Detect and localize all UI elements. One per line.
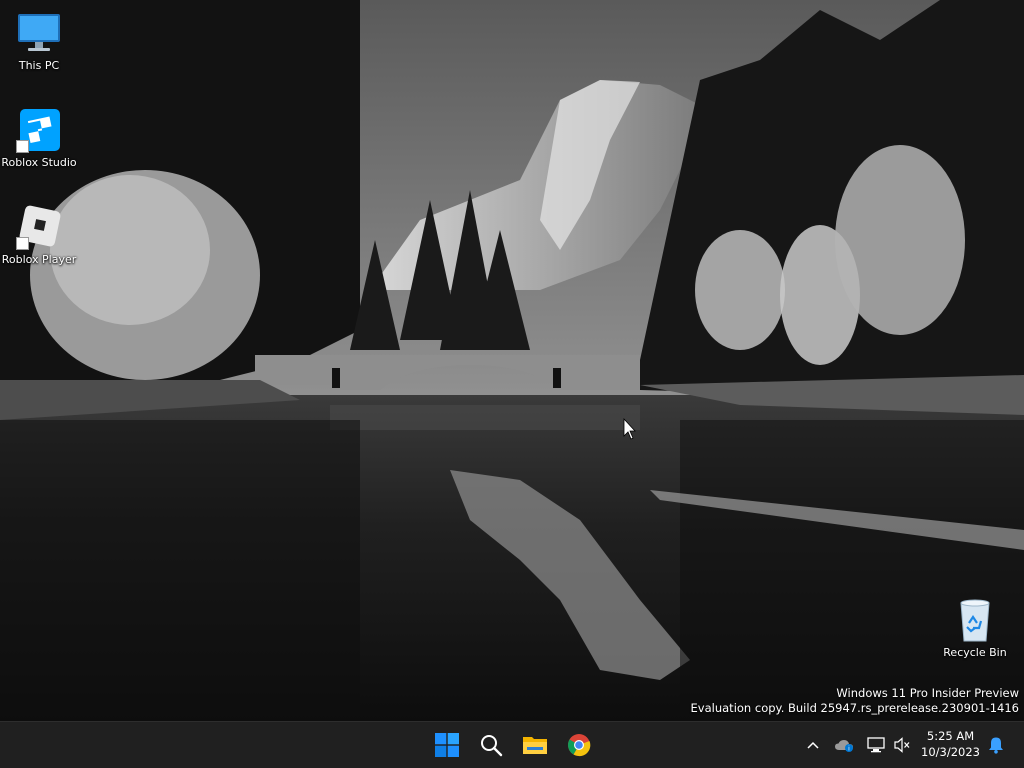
desktop-icon-roblox-player[interactable]: Roblox Player — [1, 204, 77, 266]
onedrive-tray-button[interactable]: i — [832, 722, 856, 768]
notifications-button[interactable] — [984, 722, 1008, 768]
clock-date: 10/3/2023 — [921, 745, 980, 759]
desktop-icon-this-pc[interactable]: This PC — [1, 10, 77, 72]
volume-muted-icon — [894, 737, 910, 753]
recycle-bin-icon — [952, 597, 998, 643]
clock[interactable]: 5:25 AM 10/3/2023 — [921, 728, 980, 760]
monitor-icon — [16, 10, 62, 56]
roblox-player-icon — [16, 204, 62, 250]
desktop-icon-label: Roblox Player — [1, 253, 77, 266]
file-explorer-button[interactable] — [514, 722, 556, 768]
start-button[interactable] — [426, 722, 468, 768]
taskbar: i 5:25 AM 10/3/2023 — [0, 721, 1024, 768]
desktop-wallpaper — [0, 0, 1024, 721]
chrome-icon — [568, 734, 591, 757]
chevron-up-icon — [807, 741, 819, 749]
desktop-icon-roblox-studio[interactable]: Roblox Studio — [1, 107, 77, 169]
volume-tray-button[interactable] — [890, 722, 914, 768]
desktop-icon-label: This PC — [18, 59, 60, 72]
desktop-icon-recycle-bin[interactable]: Recycle Bin — [937, 597, 1013, 659]
shortcut-arrow-icon — [16, 237, 29, 250]
search-button[interactable] — [470, 722, 512, 768]
desktop-icon-label: Recycle Bin — [943, 646, 1007, 659]
notification-bell-icon — [989, 737, 1003, 754]
onedrive-icon: i — [835, 740, 853, 752]
desktop-icon-label: Roblox Studio — [1, 156, 77, 169]
roblox-studio-icon — [16, 107, 62, 153]
show-hidden-icons-button[interactable] — [802, 722, 824, 768]
network-tray-button[interactable] — [864, 722, 888, 768]
windows-start-icon — [435, 733, 459, 757]
watermark-line-1: Windows 11 Pro Insider Preview — [836, 686, 1019, 700]
chrome-button[interactable] — [558, 722, 600, 768]
shortcut-arrow-icon — [16, 140, 29, 153]
clock-time: 5:25 AM — [926, 729, 975, 743]
evaluation-watermark: Windows 11 Pro Insider Preview Evaluatio… — [691, 686, 1019, 716]
watermark-line-2: Evaluation copy. Build 25947.rs_prerelea… — [690, 701, 1019, 715]
folder-icon — [523, 737, 547, 754]
search-icon — [481, 735, 503, 757]
network-icon — [867, 737, 885, 753]
